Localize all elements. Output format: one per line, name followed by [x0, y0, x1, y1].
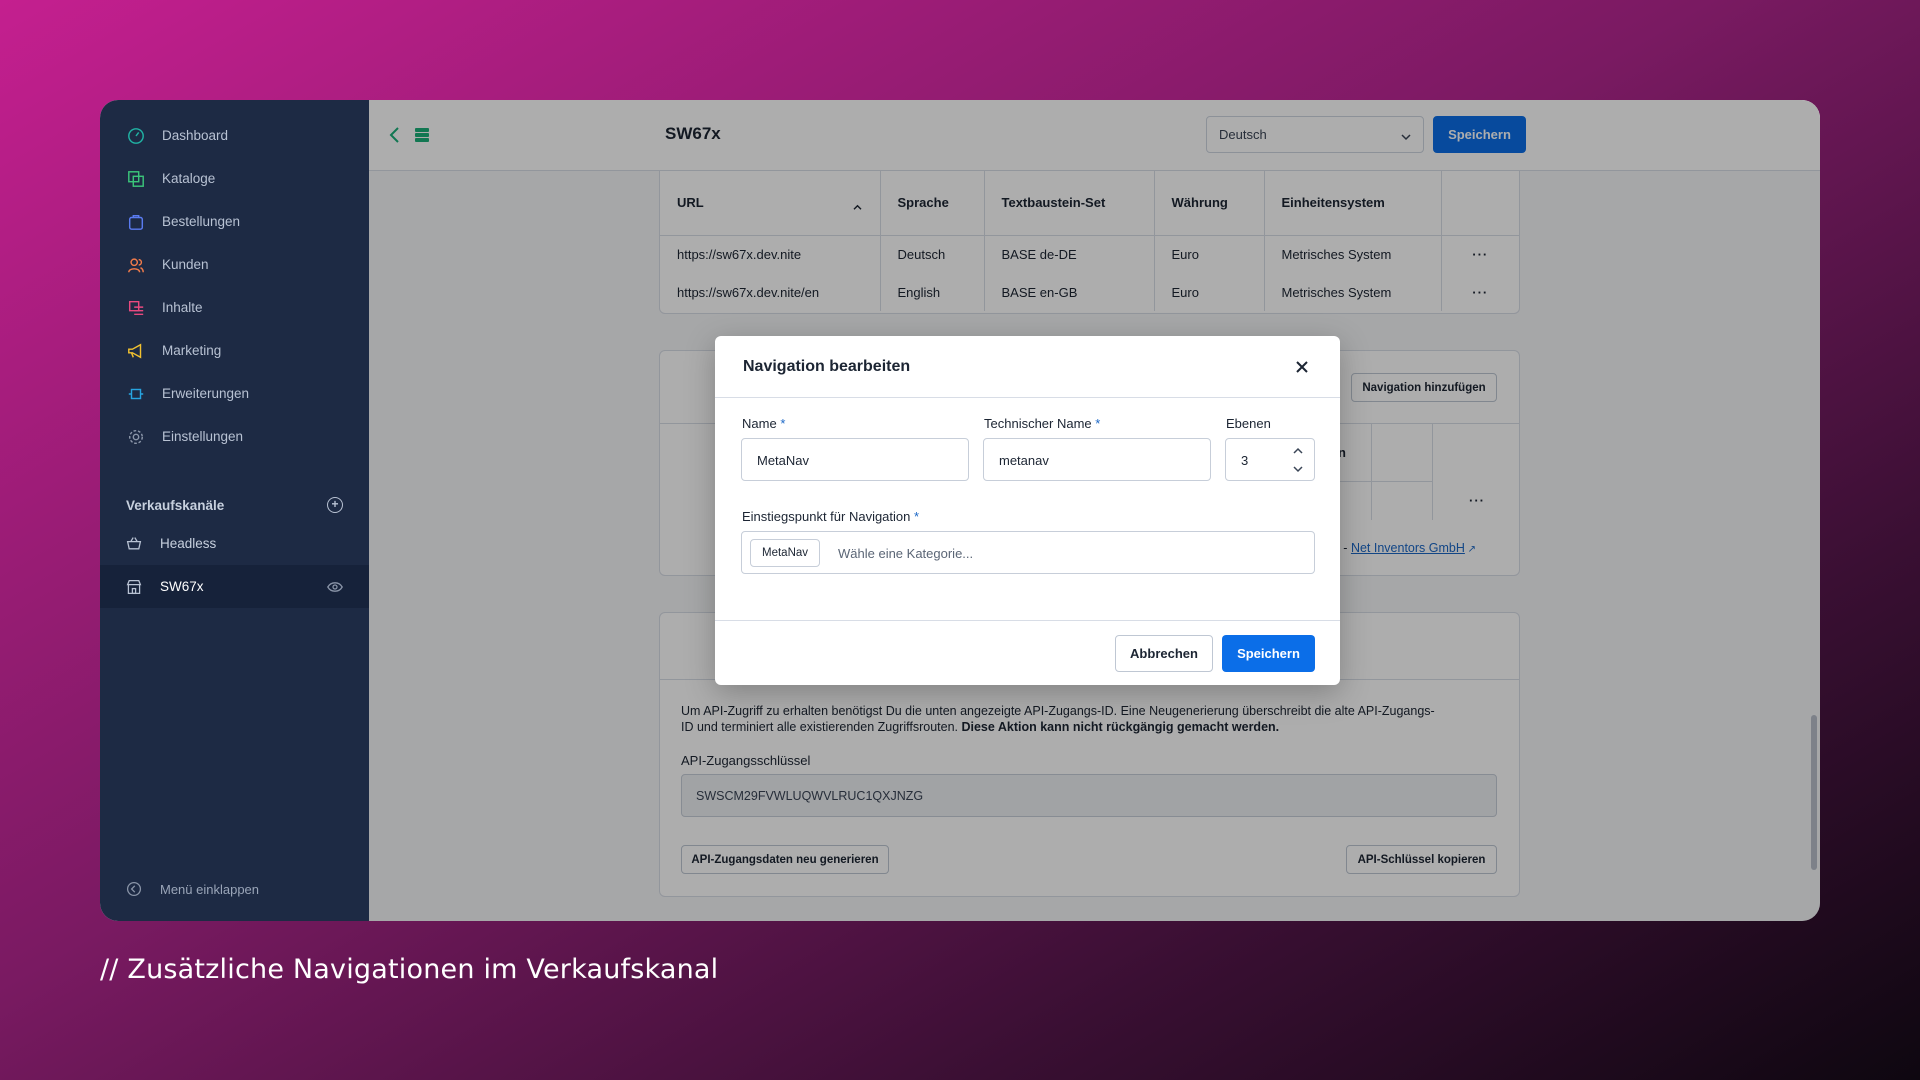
megaphone-icon [126, 341, 146, 361]
channel-headless[interactable]: Headless [100, 522, 369, 565]
eye-icon[interactable] [327, 579, 343, 595]
channel-sw67x[interactable]: SW67x [100, 565, 369, 608]
sidebar-item-dashboard[interactable]: Dashboard [100, 114, 369, 157]
plugin-icon [126, 384, 146, 404]
sidebar-item-einstellungen[interactable]: Einstellungen [100, 415, 369, 458]
modal-save-button[interactable]: Speichern [1222, 635, 1315, 672]
sidebar-item-label: Marketing [162, 343, 222, 358]
gear-icon [126, 427, 146, 447]
technical-name-input[interactable]: metanav [983, 438, 1211, 481]
stepper-arrows-icon[interactable] [1292, 445, 1304, 475]
channel-label: Headless [160, 536, 217, 551]
modal-footer: Abbrechen Speichern [715, 620, 1340, 685]
admin-window: Dashboard Kataloge Bestellungen Kunden I… [100, 100, 1820, 921]
sidebar-item-inhalte[interactable]: Inhalte [100, 286, 369, 329]
name-input[interactable]: MetaNav [741, 438, 969, 481]
modal-header: Navigation bearbeiten [715, 336, 1340, 398]
category-placeholder: Wähle eine Kategorie... [838, 546, 974, 561]
selected-category-tag[interactable]: MetaNav [750, 539, 821, 567]
add-channel-icon[interactable]: + [327, 497, 343, 513]
sales-channels-heading: Verkaufskanäle + [100, 488, 369, 522]
entry-point-label: Einstiegspunkt für Navigation * [742, 509, 920, 524]
sidebar-item-label: Kunden [162, 257, 209, 272]
channel-label: SW67x [160, 579, 204, 594]
sales-channels-title: Verkaufskanäle [126, 497, 225, 513]
sidebar-item-label: Bestellungen [162, 214, 241, 229]
content-icon [126, 298, 146, 318]
sidebar-item-kunden[interactable]: Kunden [100, 243, 369, 286]
main-nav: Dashboard Kataloge Bestellungen Kunden I… [100, 100, 369, 458]
sidebar-item-label: Einstellungen [162, 429, 244, 444]
sidebar-item-bestellungen[interactable]: Bestellungen [100, 200, 369, 243]
entry-point-select[interactable]: MetaNav Wähle eine Kategorie... [741, 531, 1315, 574]
sidebar-item-marketing[interactable]: Marketing [100, 329, 369, 372]
basket-icon [126, 535, 144, 553]
levels-stepper[interactable]: 3 [1225, 438, 1315, 481]
catalog-icon [126, 169, 146, 189]
cancel-button[interactable]: Abbrechen [1115, 635, 1213, 672]
sidebar-item-erweiterungen[interactable]: Erweiterungen [100, 372, 369, 415]
close-icon[interactable] [1294, 359, 1310, 375]
name-label: Name * [742, 416, 786, 431]
modal-title: Navigation bearbeiten [743, 358, 911, 375]
customers-icon [126, 255, 146, 275]
levels-label: Ebenen [1226, 416, 1271, 431]
sidebar-item-label: Dashboard [162, 128, 229, 143]
orders-icon [126, 212, 146, 232]
collapse-icon [126, 881, 142, 897]
storefront-icon [126, 578, 144, 596]
sidebar-item-label: Inhalte [162, 300, 203, 315]
sidebar: Dashboard Kataloge Bestellungen Kunden I… [100, 100, 369, 921]
edit-navigation-modal: Navigation bearbeiten Name * MetaNav Tec… [715, 336, 1340, 685]
dashboard-icon [126, 126, 146, 146]
slide-caption: // Zusätzliche Navigationen im Verkaufsk… [100, 954, 719, 985]
technical-name-label: Technischer Name * [984, 416, 1101, 431]
sidebar-item-kataloge[interactable]: Kataloge [100, 157, 369, 200]
collapse-menu-button[interactable]: Menü einklappen [126, 881, 259, 897]
main-content: SW67x Deutsch Speichern URL Sprache Text… [369, 100, 1820, 921]
sidebar-item-label: Kataloge [162, 171, 216, 186]
sidebar-item-label: Erweiterungen [162, 386, 250, 401]
collapse-label: Menü einklappen [160, 881, 260, 897]
